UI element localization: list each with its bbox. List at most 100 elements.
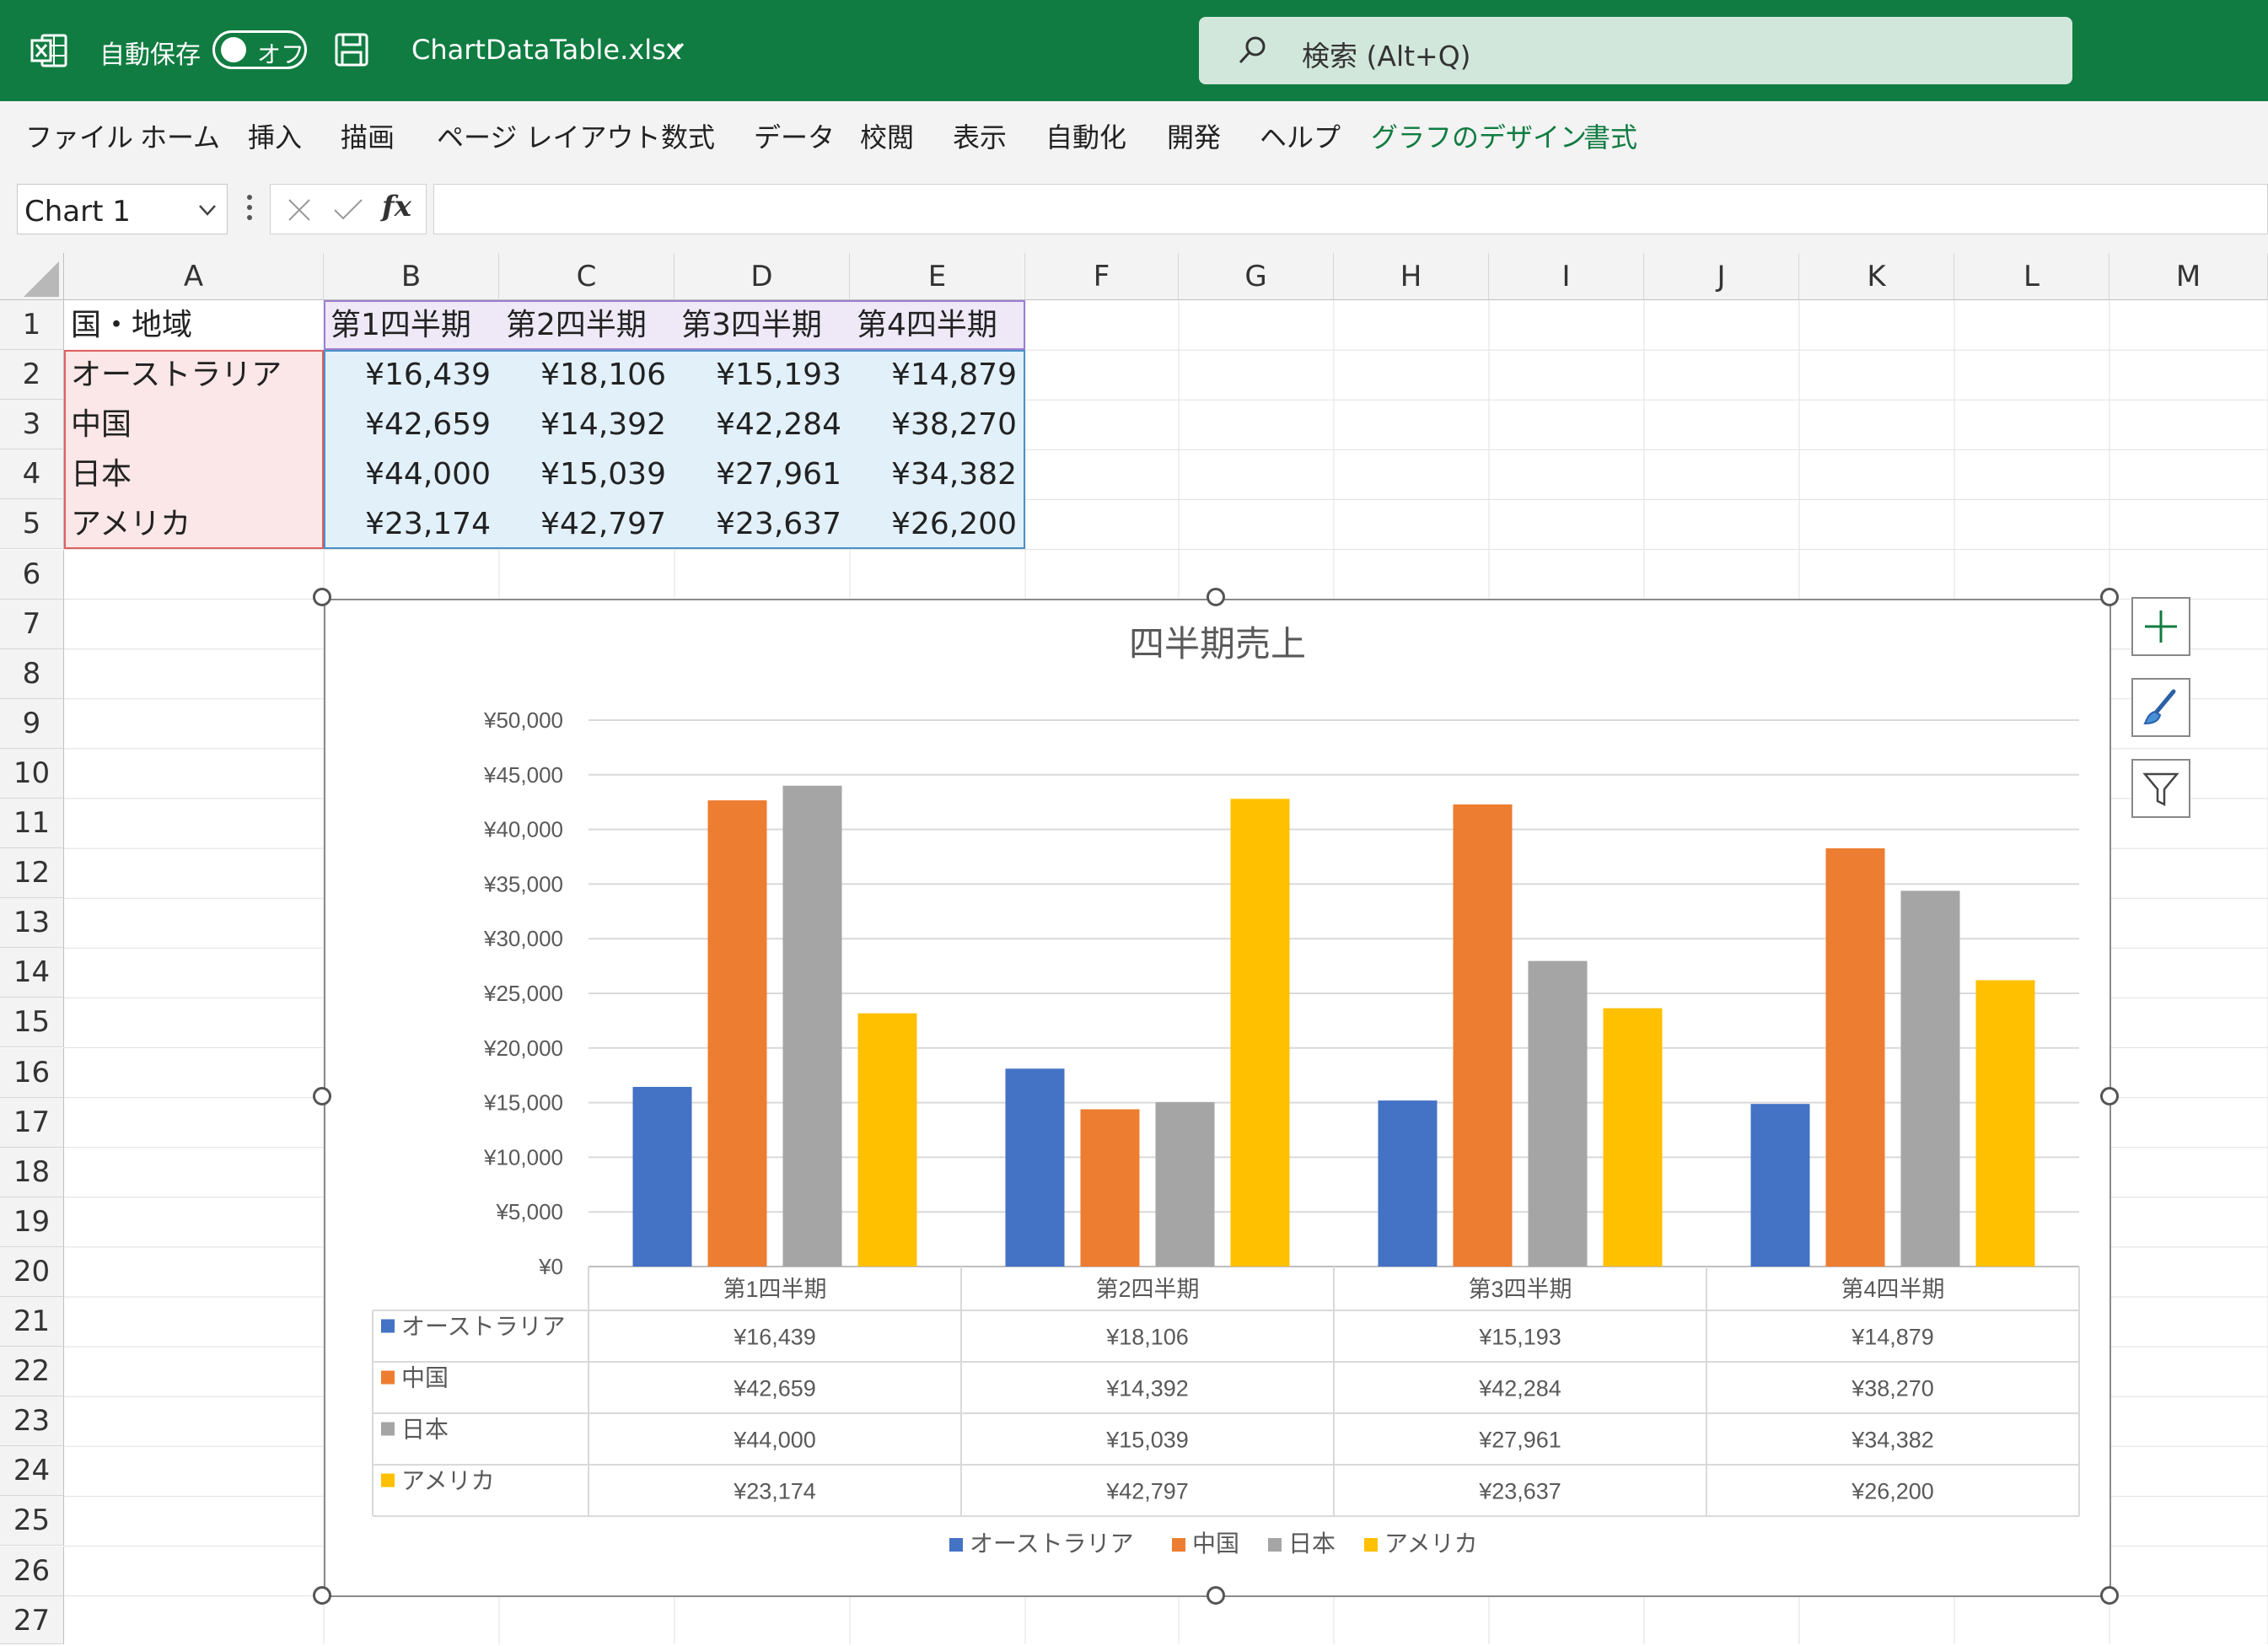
row-header-11[interactable]: 11: [0, 799, 64, 849]
row-header-27[interactable]: 27: [0, 1595, 64, 1644]
header-cell[interactable]: 第4四半期: [850, 300, 1025, 351]
row-header-16[interactable]: 16: [0, 1047, 64, 1098]
header-cell[interactable]: 第2四半期: [499, 300, 674, 351]
country-cell[interactable]: 日本: [64, 449, 324, 500]
column-header-a[interactable]: A: [64, 253, 324, 300]
row-header-15[interactable]: 15: [0, 998, 64, 1048]
column-header-j[interactable]: J: [1644, 253, 1799, 300]
autosave-toggle[interactable]: オフ: [212, 30, 307, 69]
tab-automate[interactable]: 自動化: [1045, 116, 1126, 155]
insert-function-icon[interactable]: fx: [382, 190, 411, 223]
bar-4-2[interactable]: [1230, 799, 1290, 1267]
value-cell[interactable]: ¥18,106: [499, 350, 674, 401]
bar-2-3[interactable]: [1453, 804, 1513, 1267]
tab-review[interactable]: 校閲: [860, 116, 914, 155]
row-header-25[interactable]: 25: [0, 1496, 64, 1546]
search-box[interactable]: 検索 (Alt+Q): [1199, 17, 2072, 84]
row-header-2[interactable]: 2: [0, 350, 64, 401]
chart-object[interactable]: 四半期売上 ¥0 ¥5,000 ¥10,000 ¥15,000 ¥20,000 ¥25,00…: [324, 599, 2111, 1597]
row-header-5[interactable]: 5: [0, 499, 64, 550]
value-cell[interactable]: ¥15,193: [674, 350, 850, 401]
tab-file[interactable]: ファイル: [25, 116, 133, 155]
column-header-b[interactable]: B: [324, 253, 499, 300]
row-header-6[interactable]: 6: [0, 549, 64, 600]
country-cell[interactable]: オーストラリア: [64, 350, 324, 401]
tab-insert[interactable]: 挿入: [248, 116, 302, 155]
resize-handle[interactable]: [2100, 1586, 2119, 1605]
column-header-f[interactable]: F: [1025, 253, 1179, 300]
tab-home[interactable]: ホーム: [140, 116, 220, 155]
tab-view[interactable]: 表示: [953, 116, 1007, 155]
value-cell[interactable]: ¥44,000: [324, 449, 499, 500]
bar-4-4[interactable]: [1975, 980, 2035, 1267]
bar-4-1[interactable]: [857, 1013, 917, 1267]
column-header-m[interactable]: M: [2109, 253, 2268, 300]
value-cell[interactable]: ¥42,284: [674, 400, 850, 450]
value-cell[interactable]: ¥26,200: [850, 499, 1025, 550]
row-header-9[interactable]: 9: [0, 698, 64, 749]
legend-label[interactable]: オーストラリア: [970, 1530, 1134, 1557]
row-header-23[interactable]: 23: [0, 1396, 64, 1447]
name-box[interactable]: Chart 1: [17, 184, 228, 234]
cancel-icon[interactable]: [286, 196, 313, 223]
tab-chart-design[interactable]: グラフのデザイン: [1371, 116, 1587, 155]
tab-draw[interactable]: 描画: [341, 116, 395, 155]
column-header-l[interactable]: L: [1954, 253, 2109, 300]
header-cell[interactable]: 第1四半期: [324, 300, 499, 351]
legend-label[interactable]: アメリカ: [1384, 1530, 1478, 1557]
row-header-21[interactable]: 21: [0, 1297, 64, 1347]
bar-1-3[interactable]: [1378, 1100, 1438, 1267]
resize-handle[interactable]: [1207, 588, 1225, 606]
resize-handle[interactable]: [313, 1586, 331, 1605]
row-header-12[interactable]: 12: [0, 848, 64, 899]
chart-title[interactable]: 四半期売上: [1129, 624, 1306, 664]
chart-elements-button[interactable]: [2131, 597, 2190, 656]
country-cell[interactable]: 中国: [64, 400, 324, 450]
country-cell[interactable]: アメリカ: [64, 499, 324, 550]
resize-handle[interactable]: [2100, 588, 2119, 606]
value-cell[interactable]: ¥34,382: [850, 449, 1025, 500]
save-icon[interactable]: [334, 32, 369, 67]
chart-filters-button[interactable]: [2131, 759, 2190, 818]
row-header-10[interactable]: 10: [0, 748, 64, 799]
bar-2-4[interactable]: [1825, 848, 1885, 1267]
chart-styles-button[interactable]: [2131, 678, 2190, 737]
value-cell[interactable]: ¥15,039: [499, 449, 674, 500]
value-cell[interactable]: ¥42,659: [324, 400, 499, 450]
row-header-7[interactable]: 7: [0, 599, 64, 649]
row-header-26[interactable]: 26: [0, 1546, 64, 1596]
value-cell[interactable]: ¥16,439: [324, 350, 499, 401]
bar-3-1[interactable]: [782, 785, 842, 1267]
column-header-c[interactable]: C: [499, 253, 674, 300]
tab-page-layout[interactable]: ページ レイアウト: [437, 116, 661, 155]
bar-1-4[interactable]: [1750, 1104, 1810, 1267]
column-header-k[interactable]: K: [1799, 253, 1954, 300]
legend-label[interactable]: 日本: [1288, 1530, 1336, 1557]
row-header-19[interactable]: 19: [0, 1197, 64, 1247]
tab-format[interactable]: 書式: [1583, 116, 1637, 155]
bar-1-1[interactable]: [632, 1086, 692, 1267]
row-header-13[interactable]: 13: [0, 898, 64, 949]
bar-2-2[interactable]: [1080, 1109, 1140, 1267]
row-header-14[interactable]: 14: [0, 948, 64, 998]
column-header-d[interactable]: D: [674, 253, 850, 300]
bar-3-4[interactable]: [1900, 890, 1960, 1267]
row-header-17[interactable]: 17: [0, 1097, 64, 1148]
resize-handle[interactable]: [1207, 1586, 1225, 1605]
resize-handle[interactable]: [313, 588, 331, 606]
column-header-e[interactable]: E: [850, 253, 1025, 300]
value-cell[interactable]: ¥27,961: [674, 449, 850, 500]
tab-formulas[interactable]: 数式: [661, 116, 715, 155]
header-cell[interactable]: 第3四半期: [674, 300, 850, 351]
chevron-down-icon[interactable]: [664, 37, 686, 59]
value-cell[interactable]: ¥23,637: [674, 499, 850, 550]
value-cell[interactable]: ¥23,174: [324, 499, 499, 550]
column-header-i[interactable]: I: [1489, 253, 1644, 300]
resize-handle[interactable]: [2100, 1087, 2119, 1105]
row-header-20[interactable]: 20: [0, 1246, 64, 1297]
row-header-3[interactable]: 3: [0, 400, 64, 450]
tab-help[interactable]: ヘルプ: [1260, 116, 1341, 155]
legend-label[interactable]: 中国: [1192, 1530, 1239, 1557]
row-header-8[interactable]: 8: [0, 648, 64, 699]
row-header-4[interactable]: 4: [0, 449, 64, 500]
